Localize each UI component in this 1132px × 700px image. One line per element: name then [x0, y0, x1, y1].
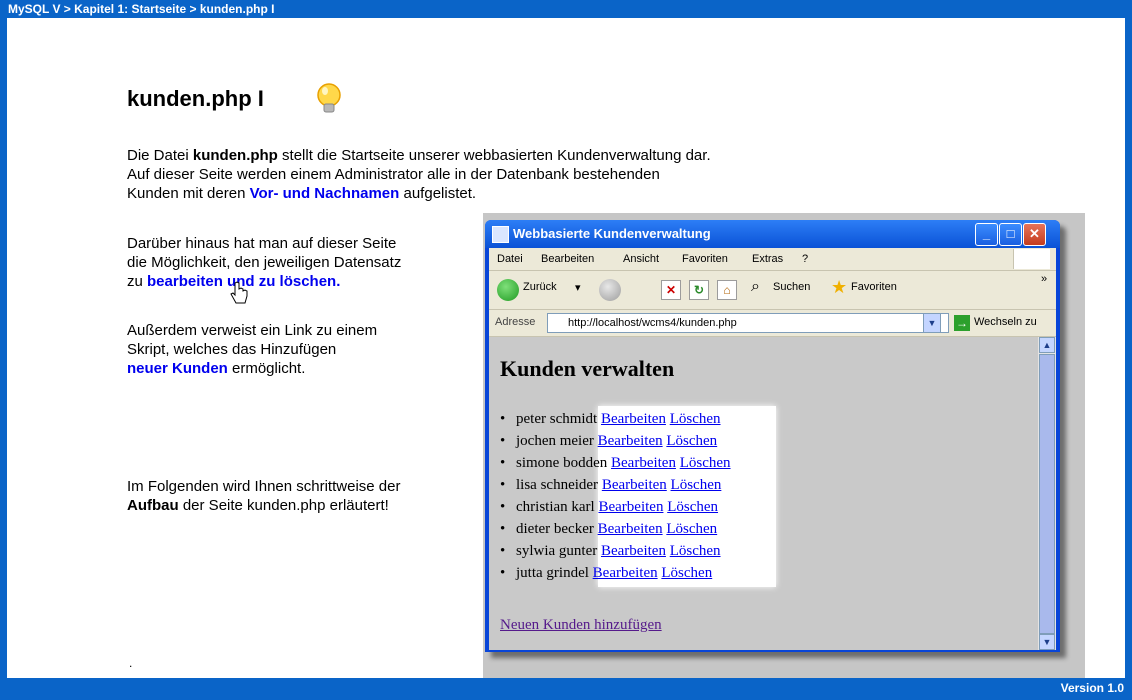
back-icon[interactable]: [497, 279, 519, 301]
structure-paragraph: Im Folgenden wird Ihnen schrittweise der…: [127, 478, 401, 514]
search-button[interactable]: Suchen: [773, 281, 810, 293]
menu-bearbeiten[interactable]: Bearbeiten: [541, 248, 594, 270]
refresh-icon[interactable]: ↻: [689, 280, 709, 300]
back-dropdown-icon[interactable]: ▾: [575, 281, 581, 294]
page-title: kunden.php I: [127, 86, 264, 111]
menu-extras[interactable]: Extras: [752, 248, 783, 270]
menu-help[interactable]: ?: [802, 248, 808, 270]
delete-link[interactable]: Löschen: [661, 565, 712, 581]
delete-link[interactable]: Löschen: [680, 455, 731, 471]
customer-list-item: jutta grindel Bearbeiten Löschen: [500, 562, 731, 584]
browser-window: Webbasierte Kundenverwaltung _ □ ✕ Datei…: [485, 220, 1060, 652]
ie-icon: [492, 226, 509, 243]
browser-title: Webbasierte Kundenverwaltung: [513, 226, 711, 241]
delete-link[interactable]: Löschen: [670, 543, 721, 559]
left-border: [0, 18, 7, 678]
close-button[interactable]: ✕: [1023, 223, 1046, 246]
menu-ansicht[interactable]: Ansicht: [623, 248, 659, 270]
minimize-button[interactable]: _: [975, 223, 998, 246]
menu-datei[interactable]: Datei: [497, 248, 523, 270]
customer-list-item: jochen meier Bearbeiten Löschen: [500, 430, 731, 452]
edit-delete-paragraph: Darüber hinaus hat man auf dieser Seite …: [127, 235, 402, 290]
top-bar: MySQL V > Kapitel 1: Startseite > kunden…: [0, 0, 1132, 18]
version-label: Version 1.0: [1060, 681, 1124, 695]
customer-name: sylwia gunter: [516, 543, 598, 559]
scroll-thumb[interactable]: [1039, 354, 1055, 634]
customer-list: peter schmidt Bearbeiten Löschenjochen m…: [500, 408, 731, 584]
customer-list-item: simone bodden Bearbeiten Löschen: [500, 452, 731, 474]
toolbar: Zurück ▾ ✕ ↻ ⌂ ⌕ Suchen ★ Favoriten »: [489, 271, 1056, 310]
add-customer-link[interactable]: Neuen Kunden hinzufügen: [500, 617, 662, 634]
edit-link[interactable]: Bearbeiten: [602, 477, 667, 493]
edit-link[interactable]: Bearbeiten: [593, 565, 658, 581]
names-link[interactable]: Vor- und Nachnamen: [250, 185, 400, 202]
intro-paragraph: Die Datei kunden.php stellt die Startsei…: [127, 147, 711, 202]
customer-name: peter schmidt: [516, 411, 598, 427]
search-icon[interactable]: ⌕: [751, 278, 760, 296]
customer-name: jochen meier: [516, 433, 594, 449]
new-customer-paragraph: Außerdem verweist ein Link zu einem Skri…: [127, 322, 378, 377]
maximize-button[interactable]: □: [999, 223, 1022, 246]
browser-title-bar[interactable]: Webbasierte Kundenverwaltung _ □ ✕: [485, 220, 1060, 248]
edit-link[interactable]: Bearbeiten: [598, 499, 663, 515]
scroll-down-icon[interactable]: ▼: [1039, 634, 1055, 650]
address-label: Adresse: [495, 316, 536, 328]
delete-link[interactable]: Löschen: [670, 411, 721, 427]
home-icon[interactable]: ⌂: [717, 280, 737, 300]
lightbulb-icon[interactable]: [314, 82, 344, 116]
right-border: [1125, 18, 1132, 678]
go-button[interactable]: Wechseln zu: [974, 316, 1037, 328]
customer-list-item: peter schmidt Bearbeiten Löschen: [500, 408, 731, 430]
windows-logo-icon: [1013, 249, 1050, 269]
customer-name: jutta grindel: [516, 565, 589, 581]
favorites-star-icon[interactable]: ★: [831, 277, 847, 298]
address-input[interactable]: http://localhost/wcms4/kunden.php: [547, 313, 949, 333]
browser-content: Kunden verwalten peter schmidt Bearbeite…: [489, 337, 1038, 650]
scroll-up-icon[interactable]: ▲: [1039, 337, 1055, 353]
forward-icon[interactable]: [599, 279, 621, 301]
browser-body: Datei Bearbeiten Ansicht Favoriten Extra…: [489, 248, 1056, 650]
customer-list-item: dieter becker Bearbeiten Löschen: [500, 518, 731, 540]
menu-favoriten[interactable]: Favoriten: [682, 248, 728, 270]
edit-link[interactable]: Bearbeiten: [611, 455, 676, 471]
bottom-bar: Version 1.0: [0, 678, 1132, 700]
delete-link[interactable]: Löschen: [667, 499, 718, 515]
customer-name: dieter becker: [516, 521, 594, 537]
content-heading: Kunden verwalten: [500, 356, 675, 381]
stop-icon[interactable]: ✕: [661, 280, 681, 300]
delete-link[interactable]: Löschen: [666, 521, 717, 537]
customer-name: simone bodden: [516, 455, 608, 471]
hand-cursor-icon: [230, 281, 248, 304]
delete-link[interactable]: Löschen: [671, 477, 722, 493]
back-button[interactable]: Zurück: [523, 281, 557, 293]
customer-list-item: lisa schneider Bearbeiten Löschen: [500, 474, 731, 496]
toolbar-more-icon[interactable]: »: [1041, 273, 1047, 285]
customer-name: christian karl: [516, 499, 595, 515]
breadcrumb: MySQL V > Kapitel 1: Startseite > kunden…: [8, 2, 275, 16]
address-bar: Adresse http://localhost/wcms4/kunden.ph…: [489, 310, 1056, 337]
edit-link[interactable]: Bearbeiten: [601, 411, 666, 427]
edit-link[interactable]: Bearbeiten: [598, 521, 663, 537]
new-customer-link[interactable]: neuer Kunden: [127, 360, 228, 377]
customer-list-item: christian karl Bearbeiten Löschen: [500, 496, 731, 518]
favorites-button[interactable]: Favoriten: [851, 281, 897, 293]
address-dropdown-icon[interactable]: ▼: [923, 313, 941, 333]
customer-list-item: sylwia gunter Bearbeiten Löschen: [500, 540, 731, 562]
delete-link[interactable]: Löschen: [666, 433, 717, 449]
edit-link[interactable]: Bearbeiten: [598, 433, 663, 449]
menu-bar: Datei Bearbeiten Ansicht Favoriten Extra…: [489, 248, 1056, 271]
dot-marker: .: [129, 656, 133, 670]
edit-link[interactable]: Bearbeiten: [601, 543, 666, 559]
address-url: http://localhost/wcms4/kunden.php: [568, 317, 737, 329]
scrollbar[interactable]: ▲ ▼: [1038, 337, 1056, 650]
customer-name: lisa schneider: [516, 477, 599, 493]
go-arrow-icon[interactable]: →: [954, 315, 970, 331]
